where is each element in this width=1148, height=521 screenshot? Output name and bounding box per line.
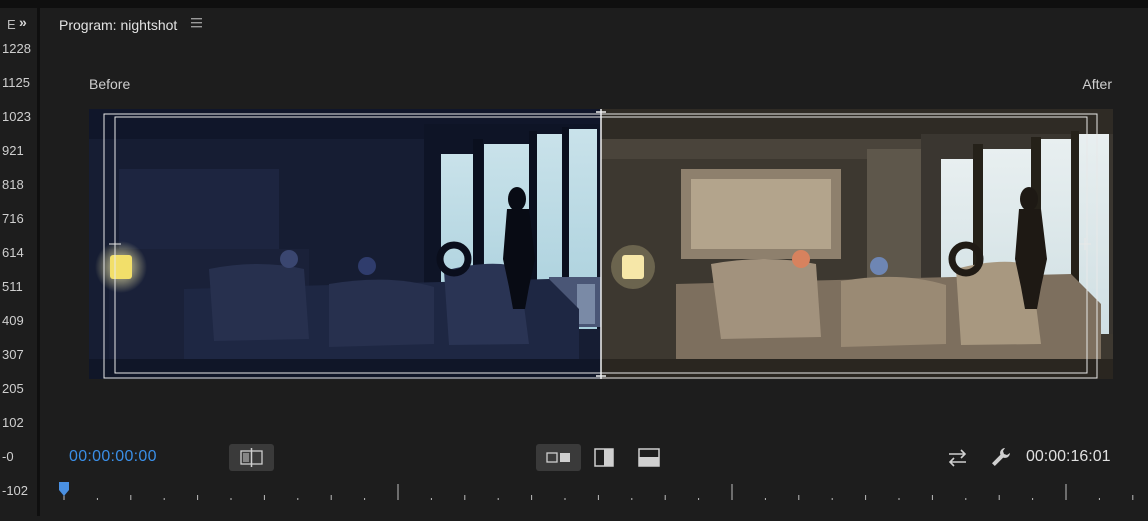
after-label: After: [1082, 76, 1112, 92]
scope-panel-header[interactable]: E »: [0, 8, 37, 34]
scale-label: 818: [2, 177, 24, 192]
expand-panels-icon[interactable]: »: [19, 14, 27, 30]
scale-label: 102: [2, 415, 24, 430]
horizontal-split-icon: [638, 448, 660, 467]
scale-label: 409: [2, 313, 24, 328]
swap-view-icon: [240, 448, 263, 467]
scale-label: 716: [2, 211, 24, 226]
settings-button[interactable]: [989, 445, 1013, 469]
scale-label: 205: [2, 381, 24, 396]
hamburger-menu-icon[interactable]: [191, 16, 203, 33]
before-frame: [89, 109, 601, 379]
horizontal-split-button[interactable]: [636, 444, 663, 471]
scale-label: 1125: [2, 75, 30, 90]
scale-label: -0: [2, 449, 14, 464]
duration-timecode: 00:00:16:01: [1026, 448, 1111, 465]
vertical-split-button[interactable]: [591, 444, 618, 471]
swap-view-button[interactable]: [229, 444, 274, 471]
scale-label: 921: [2, 143, 24, 158]
time-ruler[interactable]: [56, 480, 1148, 516]
panel-title[interactable]: Program: nightshot: [59, 17, 177, 33]
playhead[interactable]: [59, 482, 69, 496]
scale-label: 1023: [2, 109, 31, 124]
program-monitor-viewer[interactable]: [89, 109, 1113, 379]
current-timecode[interactable]: 00:00:00:00: [69, 448, 157, 466]
wrench-settings-icon: [992, 448, 1010, 466]
scale-label: 614: [2, 245, 24, 260]
scale-label: 1228: [2, 41, 31, 56]
swap-sides-button[interactable]: [945, 446, 970, 470]
swap-sides-icon: [948, 449, 967, 467]
before-label: Before: [89, 76, 131, 92]
after-frame: [601, 109, 1113, 379]
top-border: [0, 0, 1148, 8]
side-by-side-icon: [546, 452, 570, 463]
scale-label: 511: [2, 279, 23, 294]
scope-panel-label: E: [7, 17, 16, 32]
vertical-split-icon: [594, 448, 614, 467]
scale-label: -102: [2, 483, 29, 498]
side-by-side-button[interactable]: [536, 444, 581, 471]
scale-label: 307: [2, 347, 24, 362]
